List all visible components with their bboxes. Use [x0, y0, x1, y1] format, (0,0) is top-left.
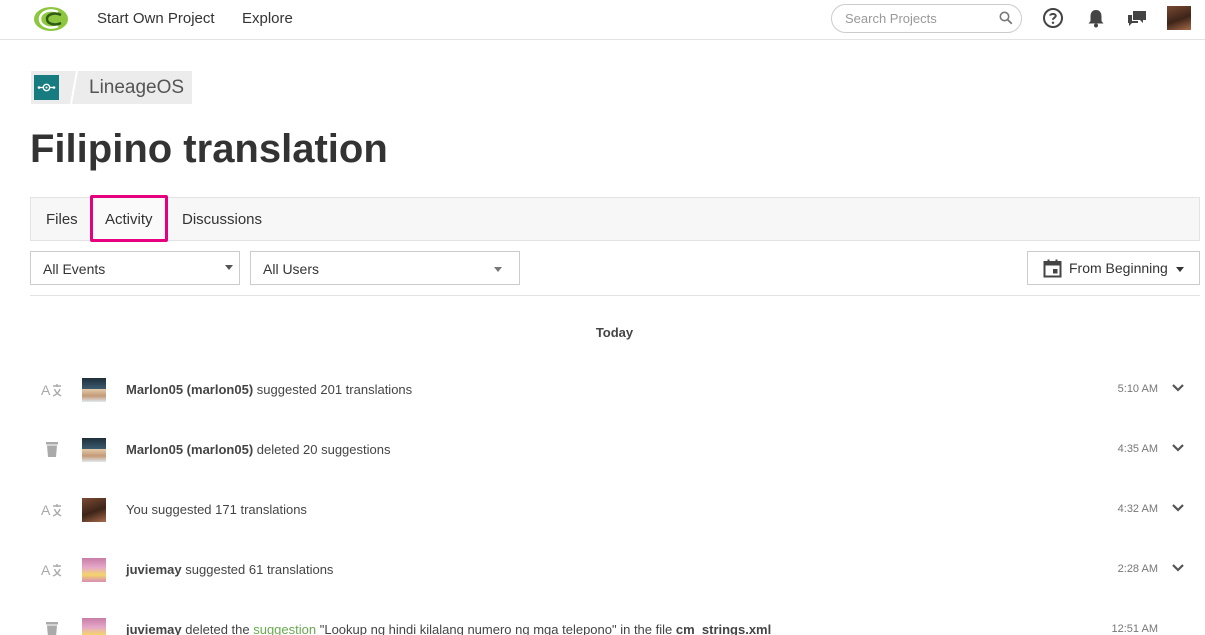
activity-time: 5:10 AM — [1117, 383, 1158, 395]
user-avatar[interactable] — [1167, 6, 1191, 30]
activity-text: You suggested 171 translations — [126, 502, 307, 517]
messages-icon[interactable] — [1126, 7, 1148, 29]
users-filter-value: All Users — [263, 261, 320, 277]
activity-row[interactable]: Marlon05 (marlon05) deleted 20 suggestio… — [30, 428, 1200, 468]
trash-icon — [46, 622, 58, 635]
lineageos-logo-icon[interactable] — [34, 75, 59, 100]
date-range-label: From Beginning — [1069, 260, 1168, 276]
activity-text: juviemay deleted the suggestion "Lookup … — [126, 622, 772, 635]
events-filter-select[interactable]: All Events — [30, 251, 240, 285]
chevron-down-icon — [225, 265, 233, 270]
avatar[interactable] — [82, 558, 106, 582]
top-navigation-bar: Start Own Project Explore — [0, 0, 1205, 40]
search-box[interactable] — [831, 4, 1022, 33]
help-icon[interactable] — [1042, 7, 1064, 29]
activity-row[interactable]: A juviemay suggested 61 translations 2:2… — [30, 548, 1200, 588]
start-own-project-link[interactable]: Start Own Project — [97, 10, 215, 27]
file-name: cm_strings.xml — [675, 622, 772, 635]
page-title: Filipino translation — [30, 127, 388, 171]
activity-text: juviemay suggested 61 translations — [126, 562, 334, 577]
activity-user[interactable]: Marlon05 (marlon05) — [126, 442, 253, 457]
chevron-down-icon — [494, 267, 502, 272]
avatar[interactable] — [82, 438, 106, 462]
crowdin-logo-icon[interactable] — [32, 4, 70, 34]
chevron-down-icon[interactable] — [1171, 442, 1185, 454]
calendar-icon — [1043, 259, 1062, 278]
chevron-down-icon[interactable] — [1171, 562, 1185, 574]
tab-discussions[interactable]: Discussions — [182, 211, 262, 228]
users-filter-select[interactable]: All Users — [250, 251, 520, 285]
events-filter-value: All Events — [43, 261, 106, 277]
avatar[interactable] — [82, 618, 106, 635]
activity-time: 4:32 AM — [1117, 503, 1158, 515]
breadcrumb-separator — [70, 71, 78, 104]
activity-text: Marlon05 (marlon05) suggested 201 transl… — [126, 382, 413, 397]
activity-user[interactable]: juviemay — [126, 622, 182, 635]
suggestion-link[interactable]: suggestion — [253, 622, 316, 635]
activity-text: Marlon05 (marlon05) deleted 20 suggestio… — [126, 442, 391, 457]
translate-icon: A — [41, 562, 62, 578]
filters-divider — [30, 295, 1200, 296]
chevron-down-icon[interactable] — [1171, 382, 1185, 394]
activity-time: 4:35 AM — [1117, 443, 1158, 455]
search-input[interactable] — [845, 11, 995, 26]
tab-bar: Files Activity Discussions — [30, 195, 1200, 242]
activity-user[interactable]: Marlon05 (marlon05) — [126, 382, 253, 397]
avatar[interactable] — [82, 498, 106, 522]
activity-user[interactable]: juviemay — [126, 562, 182, 577]
translate-icon: A — [41, 382, 62, 398]
chevron-down-icon[interactable] — [1171, 502, 1185, 514]
activity-time: 12:51 AM — [1111, 623, 1158, 635]
svg-text:A: A — [41, 562, 51, 578]
explore-link[interactable]: Explore — [242, 10, 293, 27]
activity-row[interactable]: A Marlon05 (marlon05) suggested 201 tran… — [30, 368, 1200, 408]
tab-files[interactable]: Files — [46, 211, 78, 228]
svg-text:A: A — [41, 502, 51, 518]
translate-icon: A — [41, 502, 62, 518]
search-icon[interactable] — [999, 11, 1013, 25]
bell-icon[interactable] — [1085, 7, 1107, 29]
activity-row[interactable]: juviemay deleted the suggestion "Lookup … — [30, 608, 1200, 635]
date-range-button[interactable]: From Beginning — [1027, 251, 1200, 285]
breadcrumb-project-link[interactable]: LineageOS — [89, 77, 184, 99]
day-heading: Today — [595, 325, 634, 340]
activity-time: 2:28 AM — [1117, 563, 1158, 575]
svg-text:A: A — [41, 382, 51, 398]
avatar[interactable] — [82, 378, 106, 402]
caret-down-icon — [1176, 267, 1184, 272]
activity-row[interactable]: A You suggested 171 translations 4:32 AM — [30, 488, 1200, 528]
tab-activity[interactable]: Activity — [105, 211, 153, 228]
trash-icon — [46, 442, 58, 457]
breadcrumb: LineageOS — [31, 71, 192, 104]
